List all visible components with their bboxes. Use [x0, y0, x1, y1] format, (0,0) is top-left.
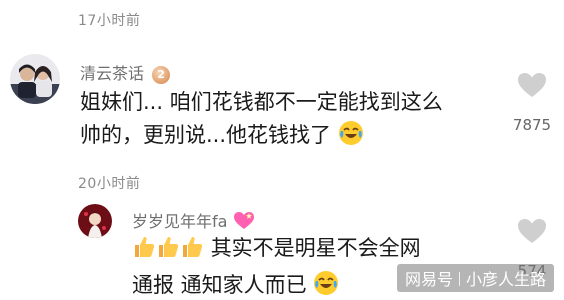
avatar-photo-icon [10, 54, 60, 104]
heart-icon[interactable] [517, 218, 547, 244]
comment-text-line: 姐妹们... 咱们花钱都不一定能找到这么 [80, 90, 443, 114]
heart-icon[interactable] [517, 72, 547, 98]
watermark-source: 网易号 [404, 270, 453, 289]
watermark-divider [458, 272, 460, 286]
comment-author[interactable]: 清云茶话 2 [80, 60, 171, 84]
comment-body: 其实不是明星不会全网 通报 通知家人而已 [132, 232, 421, 300]
like-control[interactable]: 7875 [502, 72, 562, 134]
comment-text-fragment: 其实不是明星不会全网 [210, 236, 421, 260]
avatar-photo-icon [78, 204, 112, 238]
comment-text-line: 帅的，更别说...他花钱找了 [80, 119, 443, 156]
username[interactable]: 清云茶话 [80, 64, 144, 83]
comment-feed: 17小时前 清云茶话 2 姐妹们... 咱们花钱都不一定能找到这么 帅的，更别说.… [0, 0, 564, 300]
crying-laughing-emoji-icon [338, 120, 364, 156]
comment-timestamp: 17小时前 [78, 13, 141, 29]
thumbs-up-icon [180, 235, 204, 269]
thumbs-up-icon [132, 235, 156, 269]
level-badge: 2 [152, 66, 171, 84]
comment-timestamp: 20小时前 [78, 176, 141, 192]
watermark: 网易号 小彦人生路 [396, 264, 554, 292]
comment-body: 姐妹们... 咱们花钱都不一定能找到这么 帅的，更别说...他花钱找了 [80, 86, 443, 156]
crying-laughing-emoji-icon [313, 270, 339, 300]
like-count: 7875 [512, 116, 552, 134]
comment-author[interactable]: 岁岁见年年fa [132, 208, 255, 235]
username[interactable]: 岁岁见年年fa [132, 212, 227, 231]
avatar[interactable] [10, 54, 60, 104]
comment-text-fragment: 帅的，更别说...他花钱找了 [80, 123, 332, 147]
thumbs-up-icon [156, 235, 180, 269]
comment-text-line: 其实不是明星不会全网 [132, 232, 421, 269]
comment-text-fragment: 通报 通知家人而已 [132, 273, 307, 297]
comment-text-line: 通报 通知家人而已 [132, 269, 421, 300]
avatar[interactable] [78, 204, 112, 238]
watermark-author: 小彦人生路 [465, 270, 546, 289]
